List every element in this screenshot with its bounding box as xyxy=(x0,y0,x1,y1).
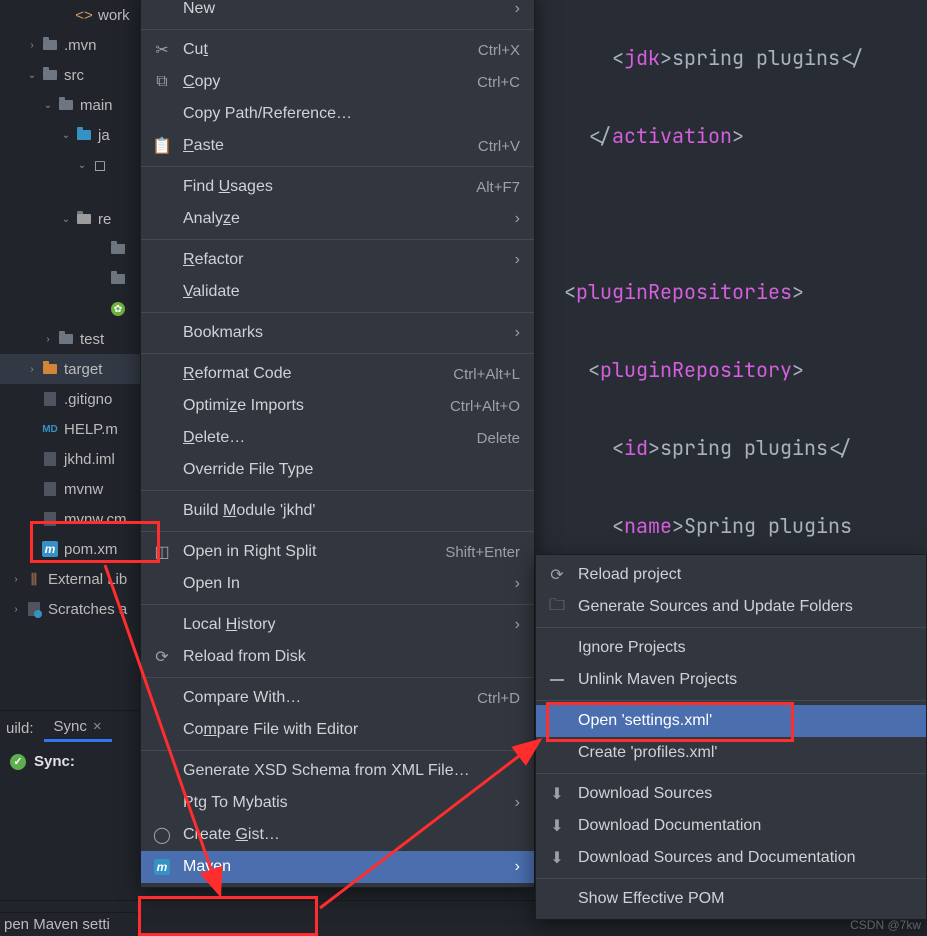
menu-optimize[interactable]: Optimize ImportsCtrl+Alt+O xyxy=(141,390,534,422)
reload-icon: ⟳ xyxy=(546,565,568,585)
code-editor[interactable]: <jdk>spring plugins</ </activation> <plu… xyxy=(540,0,927,560)
menu-create-profiles-xml[interactable]: Create 'profiles.xml' xyxy=(536,737,926,769)
menu-paste[interactable]: 📋PasteCtrl+V xyxy=(141,130,534,162)
md-icon: MD xyxy=(40,421,60,437)
download-icon: ⬇ xyxy=(546,784,568,804)
file-icon xyxy=(40,481,60,497)
menu-compare-editor[interactable]: Compare File with Editor xyxy=(141,714,534,746)
menu-refactor[interactable]: Refactor› xyxy=(141,244,534,276)
context-menu[interactable]: New› ✂CutCtrl+X ⧉CopyCtrl+C Copy Path/Re… xyxy=(140,0,535,888)
menu-copy[interactable]: ⧉CopyCtrl+C xyxy=(141,66,534,98)
iml-icon xyxy=(40,451,60,467)
gitignore-icon xyxy=(40,391,60,407)
cut-icon: ✂ xyxy=(151,40,173,60)
folder-icon xyxy=(40,37,60,53)
watermark: CSDN @7kw xyxy=(850,918,921,932)
menu-create-gist[interactable]: ◯Create Gist… xyxy=(141,819,534,851)
menu-compare-with[interactable]: Compare With…Ctrl+D xyxy=(141,682,534,714)
menu-download-both[interactable]: ⬇Download Sources and Documentation xyxy=(536,842,926,874)
menu-open-right-split[interactable]: ◫Open in Right SplitShift+Enter xyxy=(141,536,534,568)
folders-icon: 🗀 xyxy=(546,594,568,621)
menu-override-type[interactable]: Override File Type xyxy=(141,454,534,486)
menu-local-history[interactable]: Local History› xyxy=(141,609,534,641)
libraries-icon: ⫼ xyxy=(24,571,44,587)
menu-bookmarks[interactable]: Bookmarks› xyxy=(141,317,534,349)
maven-submenu[interactable]: ⟳Reload project 🗀Generate Sources and Up… xyxy=(535,554,927,920)
menu-build-module[interactable]: Build Module 'jkhd' xyxy=(141,495,534,527)
paste-icon: 📋 xyxy=(151,136,173,156)
download-icon: ⬇ xyxy=(546,848,568,868)
menu-copy-path[interactable]: Copy Path/Reference… xyxy=(141,98,534,130)
maven-icon: m xyxy=(151,859,173,875)
folder-icon xyxy=(40,67,60,83)
close-icon[interactable]: × xyxy=(93,718,102,735)
github-icon: ◯ xyxy=(151,825,173,845)
menu-find-usages[interactable]: Find UsagesAlt+F7 xyxy=(141,171,534,203)
folder-icon xyxy=(56,97,76,113)
menu-ptg-mybatis[interactable]: Ptg To Mybatis› xyxy=(141,787,534,819)
sync-tab[interactable]: Sync× xyxy=(44,714,112,742)
check-icon: ✓ xyxy=(10,754,26,770)
file-icon xyxy=(40,511,60,527)
menu-analyze[interactable]: Analyze› xyxy=(141,203,534,235)
status-message: pen Maven setti xyxy=(0,912,140,936)
menu-generate-sources[interactable]: 🗀Generate Sources and Update Folders xyxy=(536,591,926,623)
download-icon: ⬇ xyxy=(546,816,568,836)
menu-download-sources[interactable]: ⬇Download Sources xyxy=(536,778,926,810)
menu-delete[interactable]: Delete…Delete xyxy=(141,422,534,454)
menu-reload-disk[interactable]: ⟳Reload from Disk xyxy=(141,641,534,673)
menu-unlink-projects[interactable]: Unlink Maven Projects xyxy=(536,664,926,696)
menu-download-docs[interactable]: ⬇Download Documentation xyxy=(536,810,926,842)
menu-open-in[interactable]: Open In› xyxy=(141,568,534,600)
folder-icon xyxy=(56,331,76,347)
menu-open-settings-xml[interactable]: Open 'settings.xml' xyxy=(536,705,926,737)
menu-maven[interactable]: mMaven› xyxy=(141,851,534,883)
package-icon: ◻ xyxy=(90,157,110,173)
xml-icon: <> xyxy=(74,7,94,23)
menu-show-effective-pom[interactable]: Show Effective POM xyxy=(536,883,926,915)
menu-ignore-projects[interactable]: Ignore Projects xyxy=(536,632,926,664)
menu-reformat[interactable]: Reformat CodeCtrl+Alt+L xyxy=(141,358,534,390)
source-folder-icon xyxy=(74,127,94,143)
minus-icon xyxy=(546,679,568,681)
target-folder-icon xyxy=(40,361,60,377)
menu-reload-project[interactable]: ⟳Reload project xyxy=(536,559,926,591)
resources-folder-icon xyxy=(74,211,94,227)
menu-cut[interactable]: ✂CutCtrl+X xyxy=(141,34,534,66)
menu-generate-xsd[interactable]: Generate XSD Schema from XML File… xyxy=(141,755,534,787)
build-label: uild: xyxy=(6,720,34,737)
split-icon: ◫ xyxy=(151,542,173,562)
scratches-icon xyxy=(24,601,44,617)
spring-icon: ✿ xyxy=(108,301,128,317)
reload-icon: ⟳ xyxy=(151,647,173,667)
maven-icon: m xyxy=(40,541,60,557)
copy-icon: ⧉ xyxy=(151,73,173,91)
menu-new[interactable]: New› xyxy=(141,0,534,25)
menu-validate[interactable]: Validate xyxy=(141,276,534,308)
folder-icon xyxy=(108,271,128,287)
folder-icon xyxy=(108,241,128,257)
